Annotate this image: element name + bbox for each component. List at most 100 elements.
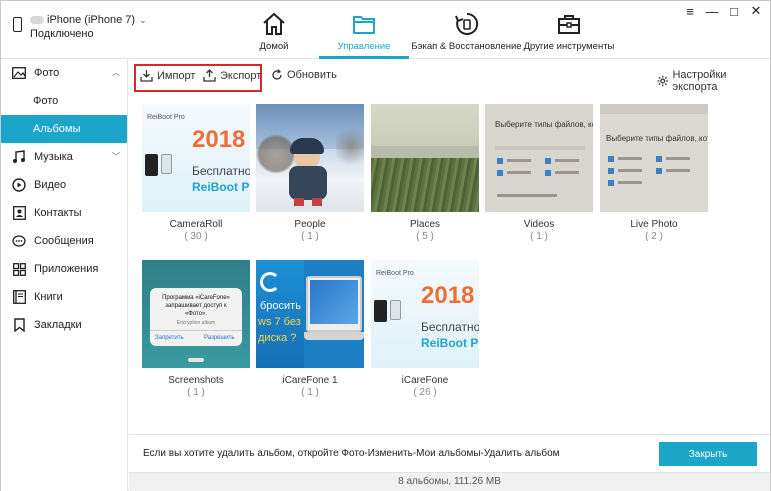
contacts-icon: [12, 206, 26, 220]
export-button[interactable]: Экспорт: [203, 69, 261, 82]
album-name: iCareFone 1: [282, 375, 338, 386]
sidebar-item-label: Фото: [33, 95, 59, 107]
album-thumbnail: бросить ws 7 без диска ?: [256, 260, 364, 368]
sidebar-item-photo[interactable]: Фото ︿: [1, 59, 127, 87]
gear-icon: [657, 75, 668, 87]
album-item[interactable]: ReiBoot Pro 2018 Бесплатно ск ReiBoot P …: [371, 260, 479, 398]
tab-home[interactable]: Домой: [229, 1, 319, 59]
sidebar-item-label: Фото: [34, 67, 60, 79]
chevron-down-icon[interactable]: ⌄: [139, 13, 147, 27]
album-thumbnail: ReiBoot Pro 2018 Бесплатно ск ReiBoot P: [142, 104, 250, 212]
apps-icon: [12, 262, 26, 276]
sidebar-item-label: Видео: [34, 179, 67, 191]
album-item[interactable]: Выберите типы файлов, котор Live Photo (…: [600, 104, 708, 242]
window-controls: ≡ — □ ✕: [684, 3, 762, 19]
album-item[interactable]: ReiBoot Pro 2018 Бесплатно ск ReiBoot P …: [142, 104, 250, 242]
toolbox-icon: [558, 15, 580, 34]
album-item[interactable]: Places ( 5 ): [371, 104, 479, 242]
sidebar-item-music[interactable]: Музыка ﹀: [1, 143, 127, 171]
album-thumbnail: Выберите типы файлов, котор: [485, 104, 593, 212]
album-name: CameraRoll: [169, 219, 223, 230]
books-icon: [12, 290, 26, 304]
album-item[interactable]: Выберите типы файлов, котор Videos ( 1 ): [485, 104, 593, 242]
album-thumbnail: ReiBoot Pro 2018 Бесплатно ск ReiBoot P: [371, 260, 479, 368]
album-item[interactable]: Программа «iCareFone» запрашивает доступ…: [142, 260, 250, 398]
album-count: ( 5 ): [416, 231, 434, 242]
folder-icon: [353, 16, 375, 34]
maximize-icon[interactable]: □: [728, 4, 740, 19]
sidebar: Фото ︿ Фото Альбомы Музыка ﹀ Видео Конта…: [1, 59, 128, 491]
close-button[interactable]: Закрыть: [659, 442, 757, 466]
album-name: Live Photo: [630, 219, 678, 230]
photo-icon: [12, 66, 26, 80]
phone-icon: [13, 17, 22, 32]
album-name: iCareFone: [401, 375, 449, 386]
album-thumbnail: [371, 104, 479, 212]
album-count: ( 1 ): [187, 387, 205, 398]
album-item[interactable]: бросить ws 7 без диска ? iCareFone 1 ( 1…: [256, 260, 364, 398]
album-item[interactable]: People ( 1 ): [256, 104, 364, 242]
sidebar-item-video[interactable]: Видео: [1, 171, 127, 199]
main-nav: Домой Управление Бэкап & Восстановление …: [229, 1, 614, 59]
import-label: Импорт: [157, 69, 196, 82]
export-settings-button[interactable]: Настройки экспорта: [657, 69, 770, 93]
sidebar-item-label: Приложения: [34, 263, 99, 275]
video-icon: [12, 178, 26, 192]
export-label: Экспорт: [220, 69, 262, 82]
status-bar: 8 альбомы, 111.26 MB: [129, 472, 770, 491]
import-button[interactable]: Импорт: [140, 69, 195, 82]
tab-manage[interactable]: Управление: [319, 1, 409, 59]
home-icon: [263, 12, 285, 35]
album-thumbnail: Выберите типы файлов, котор: [600, 104, 708, 212]
sidebar-item-albums[interactable]: Альбомы: [1, 115, 127, 143]
album-name: Videos: [523, 219, 555, 230]
sidebar-item-label: Альбомы: [33, 123, 81, 135]
album-count: ( 1 ): [301, 231, 319, 242]
bookmark-icon: [12, 318, 26, 332]
backup-icon: [454, 12, 478, 35]
redacted-name: [30, 16, 44, 24]
bottom-bar: Если вы хотите удалить альбом, откройте …: [129, 434, 770, 472]
album-count: ( 1 ): [530, 231, 548, 242]
delete-album-hint: Если вы хотите удалить альбом, откройте …: [143, 448, 560, 459]
sidebar-item-bookmarks[interactable]: Закладки: [1, 311, 127, 339]
album-count: ( 1 ): [301, 387, 319, 398]
toolbar: Импорт Экспорт Обновить Настройки экспор…: [129, 59, 770, 97]
album-name: Places: [409, 219, 440, 230]
export-settings-label: Настройки экспорта: [672, 69, 727, 93]
album-count: ( 26 ): [413, 387, 437, 398]
tab-home-label: Домой: [259, 41, 289, 52]
messages-icon: [12, 234, 26, 248]
device-status: Подключено: [30, 28, 94, 40]
tab-tools[interactable]: Другие инструменты: [524, 1, 614, 59]
tab-backup-label: Бэкап & Восстановление: [411, 41, 522, 52]
sidebar-item-messages[interactable]: Сообщения: [1, 227, 127, 255]
tab-tools-label: Другие инструменты: [523, 41, 615, 52]
sidebar-item-label: Контакты: [34, 207, 82, 219]
sidebar-item-books[interactable]: Книги: [1, 283, 127, 311]
refresh-icon: [272, 69, 282, 80]
album-count: ( 2 ): [645, 231, 663, 242]
sidebar-item-apps[interactable]: Приложения: [1, 255, 127, 283]
refresh-button[interactable]: Обновить: [271, 69, 337, 81]
tab-manage-label: Управление: [337, 41, 391, 52]
sidebar-item-label: Сообщения: [34, 235, 94, 247]
sidebar-item-contacts[interactable]: Контакты: [1, 199, 127, 227]
app-window: iPhone (iPhone 7) ⌄ Подключено Домой Упр…: [0, 0, 771, 491]
album-grid: ReiBoot Pro 2018 Бесплатно ск ReiBoot P …: [129, 97, 770, 434]
device-info[interactable]: iPhone (iPhone 7) ⌄ Подключено: [13, 13, 147, 41]
top-bar: iPhone (iPhone 7) ⌄ Подключено Домой Упр…: [1, 1, 770, 59]
album-thumbnail: [256, 104, 364, 212]
close-icon[interactable]: ✕: [750, 3, 762, 18]
sidebar-item-label: Музыка: [34, 151, 73, 163]
album-thumbnail: Программа «iCareFone» запрашивает доступ…: [142, 260, 250, 368]
chevron-up-icon: ︿: [112, 68, 120, 77]
device-name: iPhone (iPhone 7): [47, 14, 136, 26]
sidebar-item-photo-sub[interactable]: Фото: [1, 87, 127, 115]
minimize-icon[interactable]: —: [706, 4, 719, 19]
tab-backup[interactable]: Бэкап & Восстановление: [409, 1, 524, 59]
menu-icon[interactable]: ≡: [684, 4, 696, 19]
sidebar-item-label: Книги: [34, 291, 63, 303]
import-icon: [140, 70, 153, 82]
chevron-down-icon: ﹀: [112, 152, 120, 161]
